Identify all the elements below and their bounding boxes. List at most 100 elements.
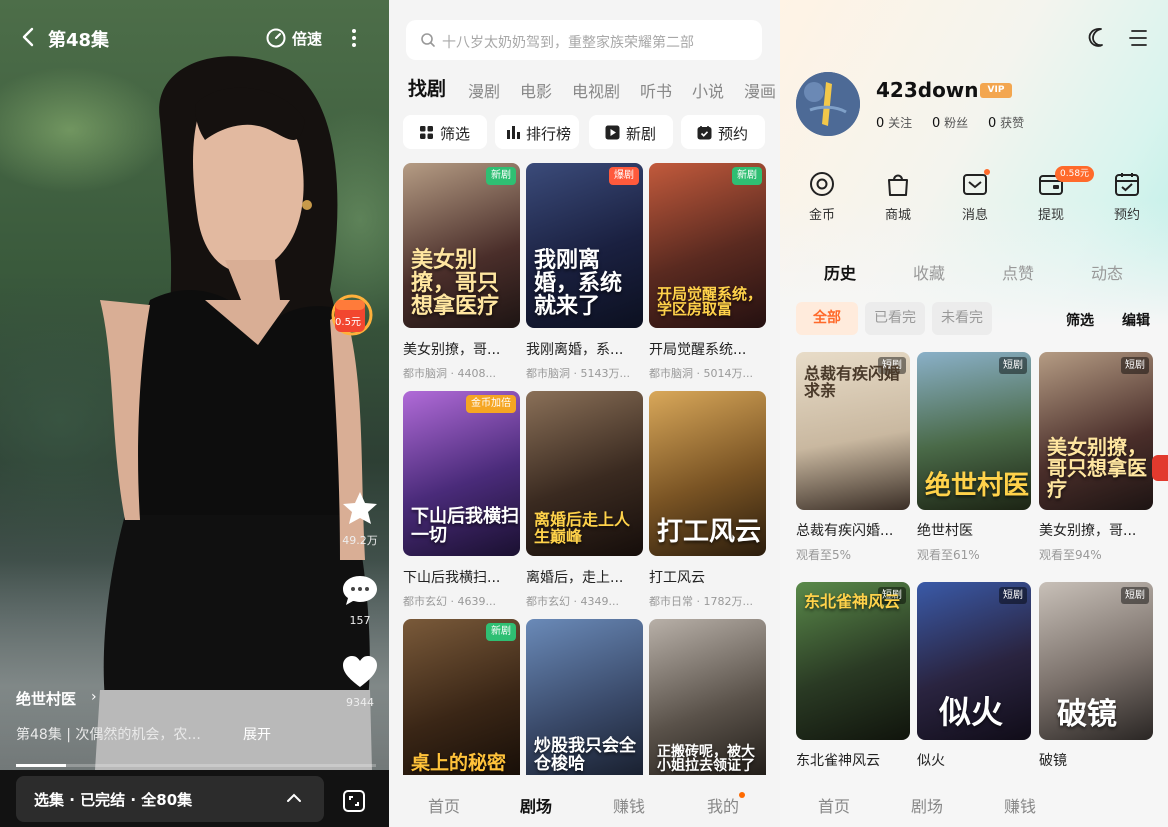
grid-icon bbox=[420, 126, 433, 139]
tab-movie[interactable]: 电影 bbox=[520, 78, 552, 102]
video-player-screen: 第48集 倍速 0.5元 49.2万 157 9344 绝世村医 › 第48集 … bbox=[0, 0, 389, 827]
watch-progress: 观看至5% bbox=[796, 548, 852, 562]
drama-poster: 爆剧 我刚离婚，系统就来了 bbox=[526, 163, 643, 328]
followers-stat[interactable]: 0 粉丝 bbox=[932, 114, 968, 131]
tab-favorites[interactable]: 收藏 bbox=[913, 260, 945, 284]
category-tabs: 找剧 漫剧 电影 电视剧 听书 小说 漫画 bbox=[406, 74, 780, 104]
drama-poster: 新剧 美女别撩，哥只想拿医疗 bbox=[403, 163, 520, 328]
actress-figure bbox=[95, 56, 372, 770]
speed-gauge-icon[interactable] bbox=[265, 27, 287, 49]
filter-button[interactable]: 筛选 bbox=[403, 115, 487, 149]
nav-theatre[interactable]: 剧场 bbox=[520, 793, 552, 817]
screenshot-root: 第48集 倍速 0.5元 49.2万 157 9344 绝世村医 › 第48集 … bbox=[0, 0, 1168, 827]
reserve-button[interactable]: 预约 bbox=[681, 115, 765, 149]
avatar[interactable] bbox=[796, 72, 860, 136]
comment-bubble-icon bbox=[343, 576, 377, 605]
history-title: 美女别撩，哥... bbox=[1039, 523, 1137, 539]
nav-theatre[interactable]: 剧场 bbox=[911, 793, 943, 817]
tab-history[interactable]: 历史 bbox=[824, 260, 856, 284]
chevron-up-icon bbox=[287, 793, 301, 802]
moon-icon[interactable] bbox=[1086, 26, 1108, 48]
short-drama-badge: 短剧 bbox=[1121, 587, 1149, 604]
collect-count: 49.2万 bbox=[342, 534, 378, 547]
comment-action[interactable]: 157 bbox=[336, 572, 384, 627]
speed-button[interactable]: 倍速 bbox=[292, 28, 322, 49]
back-arrow-icon[interactable] bbox=[18, 26, 40, 48]
tab-novel[interactable]: 小说 bbox=[692, 78, 724, 102]
nav-earn[interactable]: 赚钱 bbox=[613, 793, 645, 817]
bottom-nav: 首页 剧场 赚钱 bbox=[780, 775, 1168, 827]
menu-icon[interactable] bbox=[1128, 28, 1148, 48]
tab-comic[interactable]: 漫画 bbox=[744, 78, 778, 102]
tab-tv-series[interactable]: 电视剧 bbox=[572, 78, 620, 102]
drama-meta: 都市脑洞 · 4408... bbox=[403, 367, 496, 380]
vip-badge[interactable]: VIP bbox=[980, 83, 1012, 98]
poster-title-art: 破镜 bbox=[1057, 696, 1117, 732]
new-drama-button[interactable]: 新剧 bbox=[589, 115, 673, 149]
theatre-screen: 十八岁太奶奶驾到，重整家族荣耀第二部 找剧 漫剧 电影 电视剧 听书 小说 漫画… bbox=[389, 0, 780, 827]
tab-anime-drama[interactable]: 漫剧 bbox=[468, 78, 500, 102]
drama-poster: 新剧 桌上的秘密 bbox=[403, 619, 520, 783]
like-action[interactable]: 9344 bbox=[336, 654, 384, 709]
reservation-entry[interactable]: 预约 bbox=[1097, 170, 1157, 223]
likes-received-stat[interactable]: 0 获赞 bbox=[988, 114, 1024, 131]
history-poster: 短剧 美女别撩，哥只想拿医疗 bbox=[1039, 352, 1153, 510]
messages-entry[interactable]: 消息 bbox=[945, 170, 1005, 223]
history-poster: 短剧 似火 bbox=[917, 582, 1031, 740]
drama-poster: 金币加倍 下山后我横扫一切 bbox=[403, 391, 520, 556]
nav-home[interactable]: 首页 bbox=[818, 793, 850, 817]
filter-unwatched[interactable]: 未看完 bbox=[932, 302, 992, 335]
bar-chart-icon bbox=[507, 126, 520, 139]
nav-home[interactable]: 首页 bbox=[428, 793, 460, 817]
hot-badge: 爆剧 bbox=[609, 167, 639, 185]
following-stat[interactable]: 0 关注 bbox=[876, 114, 912, 131]
drama-meta: 都市玄幻 · 4349... bbox=[526, 595, 619, 608]
history-filters: 全部 已看完 未看完 筛选 编辑 bbox=[780, 302, 1168, 336]
episode-selector[interactable]: 选集 · 已完结 · 全80集 bbox=[16, 776, 324, 822]
episode-description: 第48集 | 次偶然的机会，农... bbox=[16, 727, 201, 743]
poster-title-art: 炒股我只会全仓梭哈 bbox=[534, 736, 636, 775]
tab-activity[interactable]: 动态 bbox=[1091, 260, 1123, 284]
new-badge: 新剧 bbox=[486, 623, 516, 641]
ranking-button[interactable]: 排行榜 bbox=[495, 115, 579, 149]
drama-poster: 打工风云 bbox=[649, 391, 766, 556]
messages-label: 消息 bbox=[961, 208, 988, 223]
poster-title-art: 离婚后走上人生巅峰 bbox=[534, 510, 631, 547]
coins-entry[interactable]: 金币 bbox=[792, 170, 852, 223]
expand-description-button[interactable]: 展开 bbox=[243, 724, 271, 744]
tab-likes[interactable]: 点赞 bbox=[1002, 260, 1034, 284]
playback-progress-bar[interactable] bbox=[16, 764, 376, 767]
new-badge: 新剧 bbox=[732, 167, 762, 185]
playback-progress-fill bbox=[16, 764, 67, 767]
nav-earn[interactable]: 赚钱 bbox=[1004, 793, 1036, 817]
filter-all[interactable]: 全部 bbox=[796, 302, 858, 335]
nav-me[interactable]: 我的 bbox=[707, 793, 739, 817]
more-vertical-icon[interactable] bbox=[346, 26, 362, 50]
search-placeholder: 十八岁太奶奶驾到，重整家族荣耀第二部 bbox=[442, 35, 694, 51]
collect-action[interactable]: 49.2万 bbox=[336, 490, 384, 548]
drama-poster: 离婚后走上人生巅峰 bbox=[526, 391, 643, 556]
tab-audiobook[interactable]: 听书 bbox=[640, 78, 672, 102]
red-envelope-edge[interactable] bbox=[1152, 455, 1168, 481]
tab-find-drama[interactable]: 找剧 bbox=[408, 74, 446, 101]
history-grid: 短剧 总裁有疾闪婚求亲 总裁有疾闪婚... 观看至5% 短剧 绝世村医 绝世村医… bbox=[796, 352, 1168, 782]
profile-quick-actions: 金币 商城 消息 提现 预约 bbox=[780, 170, 1168, 230]
reserve-label: 预约 bbox=[718, 125, 749, 143]
edit-button[interactable]: 编辑 bbox=[1122, 310, 1150, 330]
filter-button[interactable]: 筛选 bbox=[1066, 310, 1094, 330]
new-badge: 新剧 bbox=[486, 167, 516, 185]
search-bar[interactable]: 十八岁太奶奶驾到，重整家族荣耀第二部 bbox=[406, 20, 762, 60]
filter-watched[interactable]: 已看完 bbox=[865, 302, 925, 335]
coins-label: 金币 bbox=[808, 208, 835, 223]
mall-entry[interactable]: 商城 bbox=[868, 170, 928, 223]
poster-title-art: 打工风云 bbox=[657, 516, 762, 547]
episode-title: 第48集 bbox=[48, 30, 110, 51]
history-title: 似火 bbox=[917, 753, 945, 769]
poster-title-art: 似火 bbox=[939, 693, 1004, 732]
drama-poster: 炒股我只会全仓梭哈 bbox=[526, 619, 643, 783]
drama-meta: 都市脑洞 · 5143万... bbox=[526, 367, 630, 380]
poster-title-art: 美女别撩，哥只想拿医疗 bbox=[1047, 435, 1147, 501]
drama-title: 我刚离婚，系... bbox=[526, 342, 624, 358]
fullscreen-icon[interactable] bbox=[341, 788, 367, 814]
drama-name-link[interactable]: 绝世村医 bbox=[16, 688, 76, 709]
